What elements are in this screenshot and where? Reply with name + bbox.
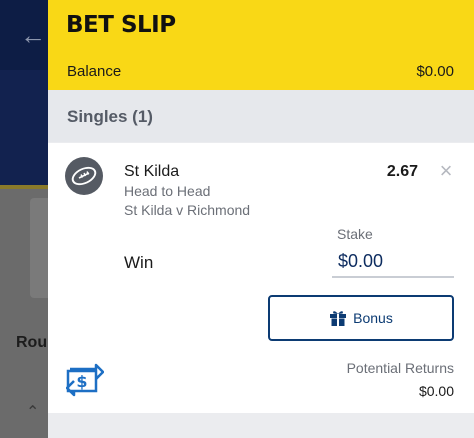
close-icon[interactable]: ×: [436, 160, 456, 182]
svg-text:$: $: [76, 372, 87, 391]
balance-value: $0.00: [416, 63, 454, 80]
stake-input[interactable]: [332, 246, 454, 278]
gift-icon: [330, 311, 347, 326]
football-icon: [65, 157, 103, 195]
chevron-up-icon[interactable]: ⌃: [26, 402, 39, 422]
bonus-button[interactable]: Bonus: [268, 295, 454, 341]
potential-returns-value: $0.00: [418, 383, 454, 399]
bet-slip-panel: BET SLIP Balance $0.00 Singles (1) St Ki…: [48, 0, 474, 438]
stake-label: Stake: [337, 226, 373, 242]
background-stripe: [0, 185, 48, 189]
back-arrow-icon[interactable]: ←: [20, 22, 46, 48]
win-label: Win: [124, 253, 154, 272]
selection-name: St Kilda: [124, 163, 180, 180]
singles-section-header: Singles (1): [48, 90, 474, 142]
bonus-label: Bonus: [353, 310, 393, 326]
cash-out-icon[interactable]: $: [65, 363, 105, 397]
balance-label: Balance: [67, 63, 122, 80]
selection-event: St Kilda v Richmond: [124, 202, 251, 218]
background-banner: [0, 70, 48, 188]
bet-card: St Kilda 2.67 × Head to Head St Kilda v …: [48, 143, 474, 413]
background-card: [30, 198, 48, 298]
potential-returns-label: Potential Returns: [346, 360, 454, 376]
selection-odds: 2.67: [386, 163, 418, 180]
bet-slip-title: BET SLIP: [66, 12, 176, 38]
selection-market: Head to Head: [124, 183, 211, 199]
bet-slip-header: BET SLIP Balance $0.00: [48, 0, 474, 90]
background-app: ← Rour ⌃: [0, 0, 53, 438]
singles-label: Singles (1): [67, 107, 153, 126]
